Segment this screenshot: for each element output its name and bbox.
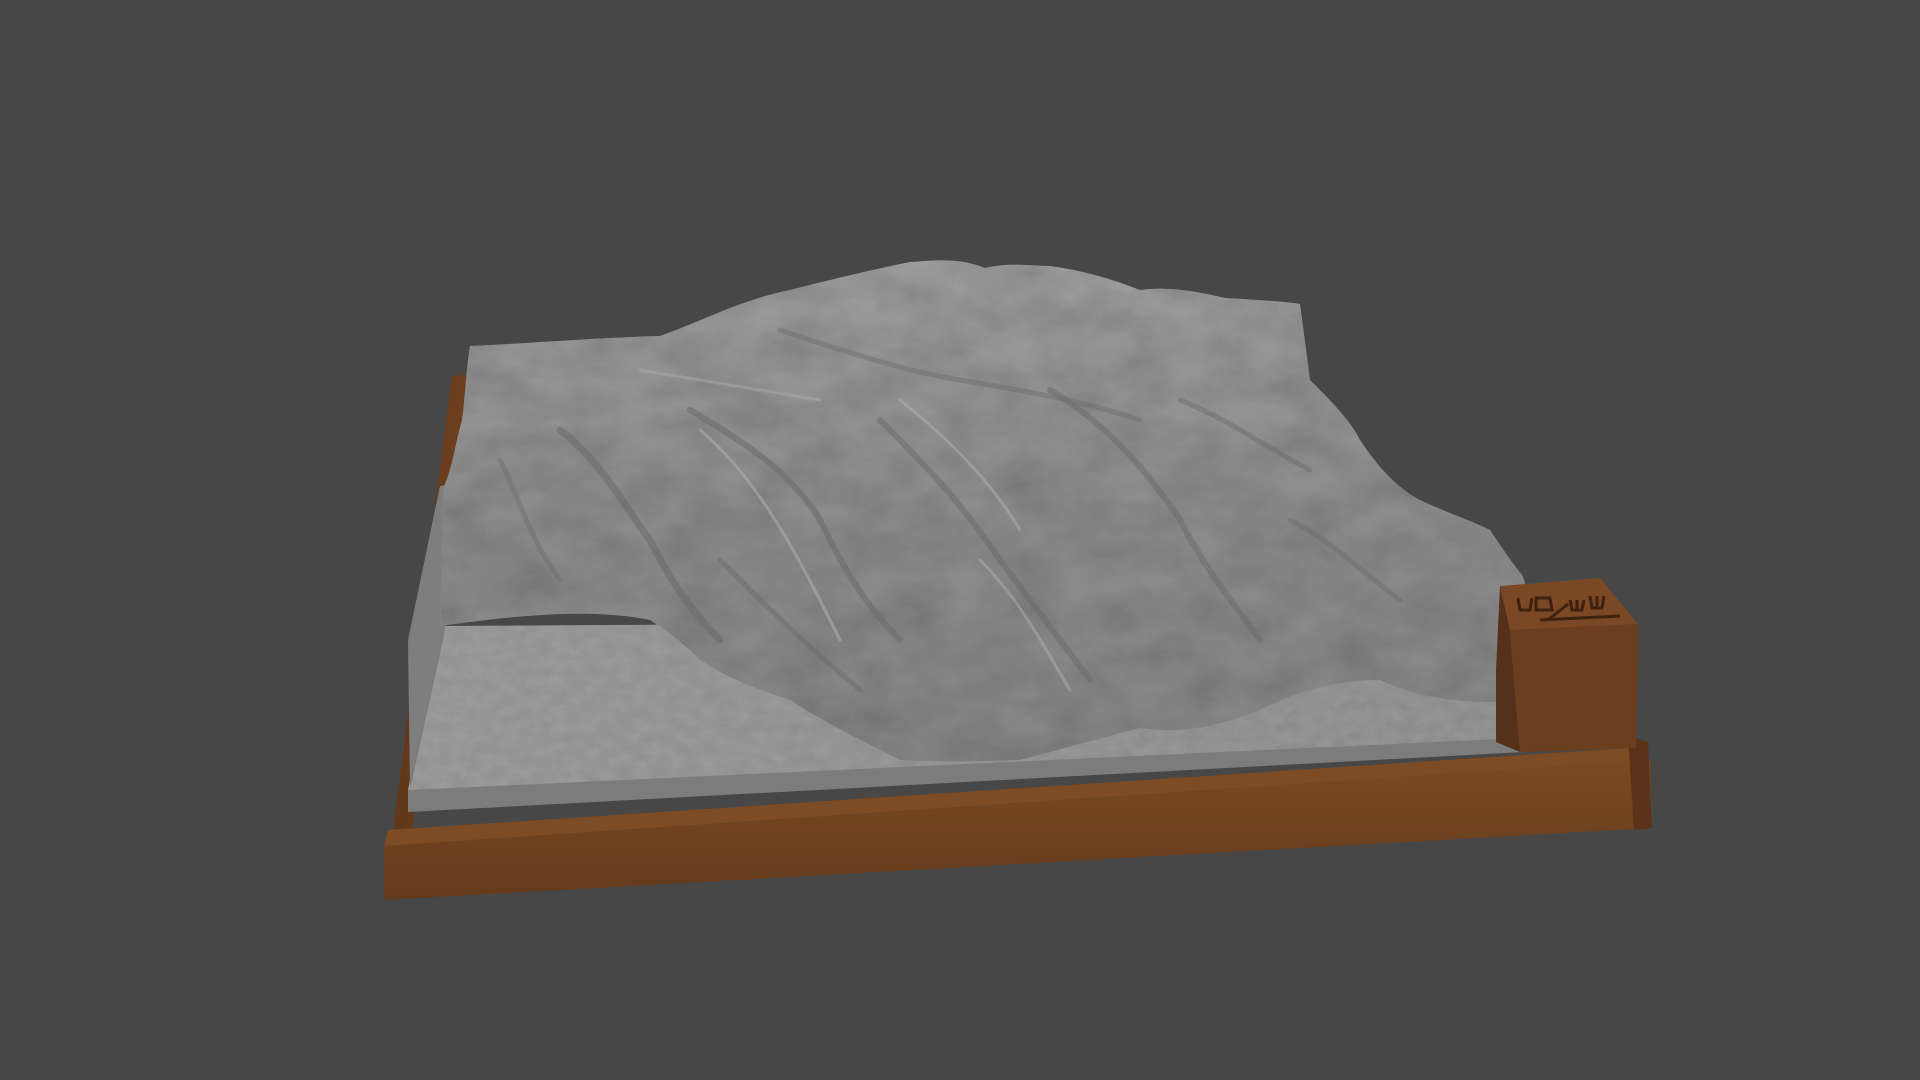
label-box [1496, 578, 1638, 752]
label-box-top [1500, 578, 1638, 630]
3d-viewport[interactable] [0, 0, 1920, 1080]
scene-svg [384, 260, 1652, 900]
label-box-front [1510, 624, 1638, 752]
